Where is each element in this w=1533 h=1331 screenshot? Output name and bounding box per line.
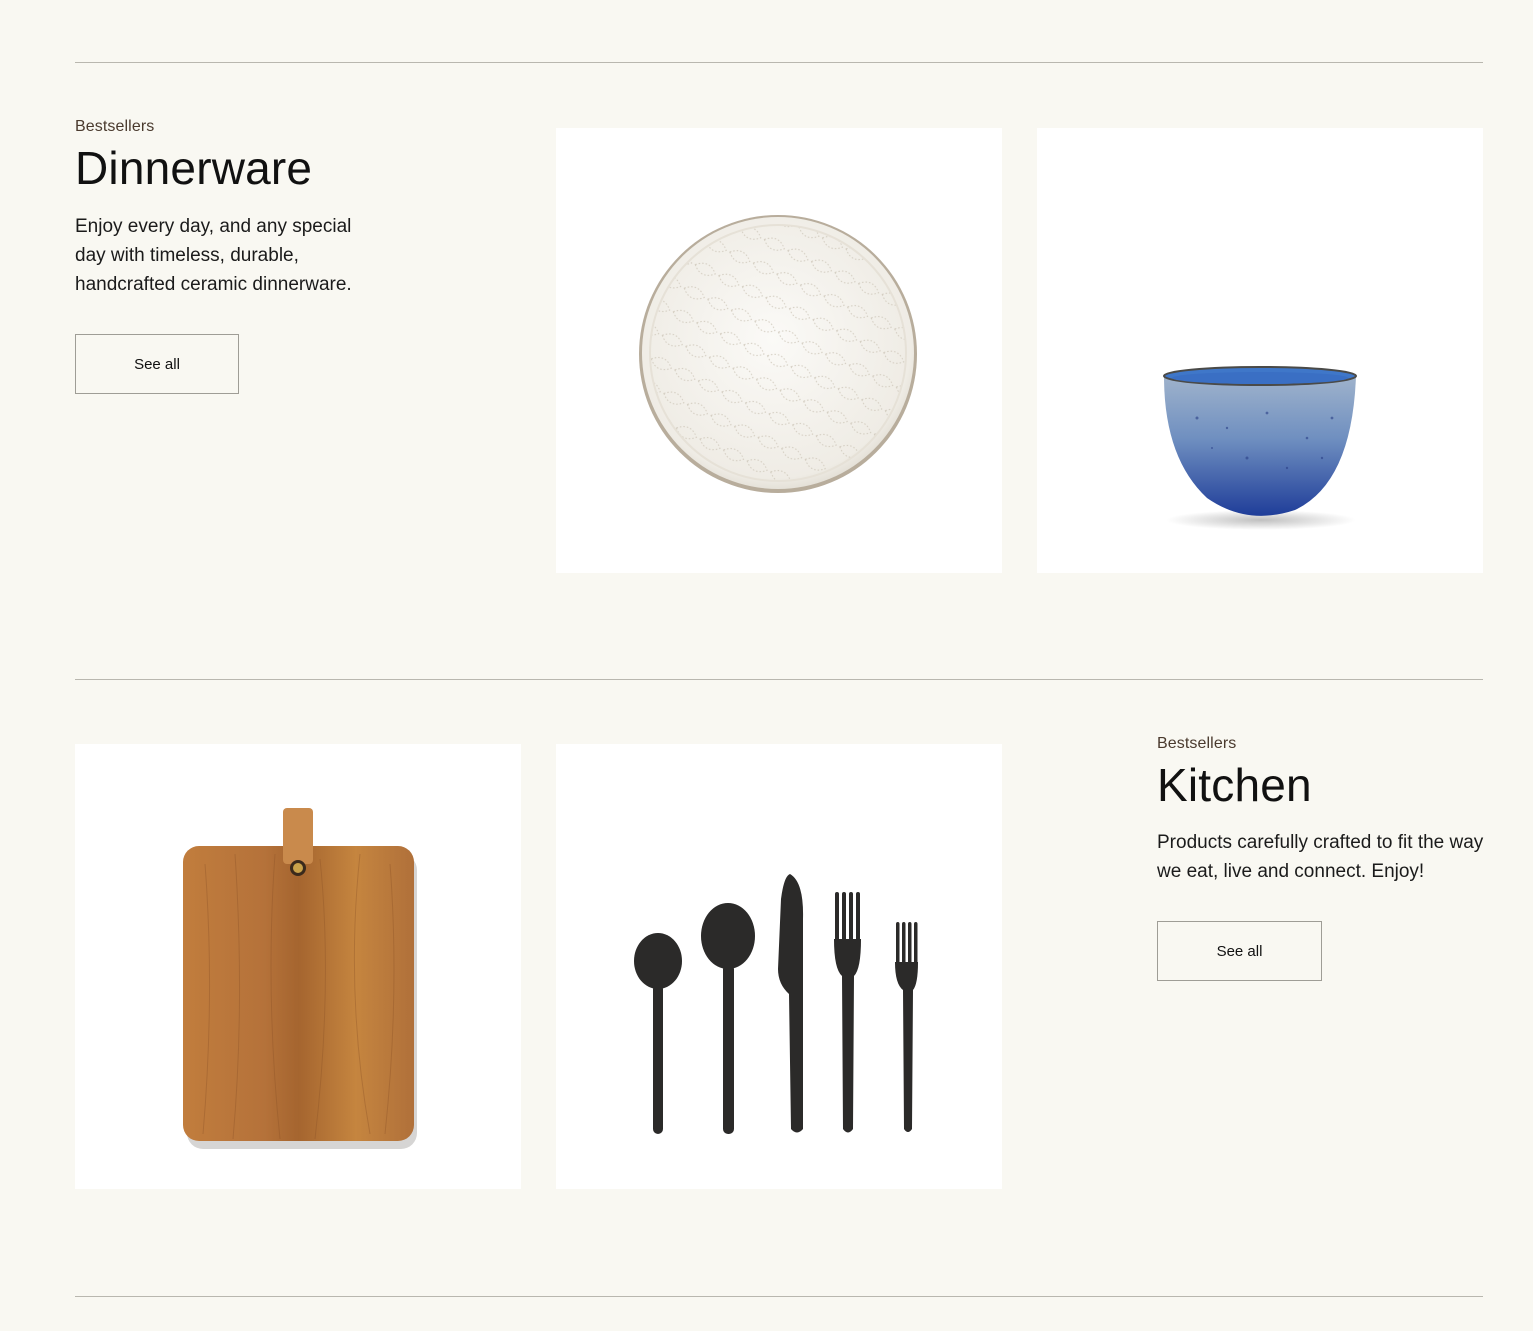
section-eyebrow: Bestsellers [75,118,155,135]
cutting-board-image [183,808,417,1149]
product-card-flatware[interactable] [556,744,1002,1189]
section-description: Products carefully crafted to fit the wa… [1157,832,1484,882]
section-divider [75,62,1483,63]
section-description: Enjoy every day, and any special day wit… [75,216,352,295]
product-card-bowl[interactable] [1037,128,1483,573]
section-divider [75,1296,1483,1297]
section-title: Dinnerware [75,142,313,194]
see-all-dinnerware-button[interactable]: See all [75,334,239,394]
section-title: Kitchen [1157,759,1312,811]
section-eyebrow: Bestsellers [1157,735,1237,752]
product-card-cutting-board[interactable] [75,744,521,1189]
section-divider [75,679,1483,680]
plate-image [639,215,917,493]
flatware-set-image [634,874,918,1134]
bowl-image [1163,366,1357,530]
product-card-plate[interactable] [556,128,1002,573]
see-all-kitchen-button[interactable]: See all [1157,921,1322,981]
